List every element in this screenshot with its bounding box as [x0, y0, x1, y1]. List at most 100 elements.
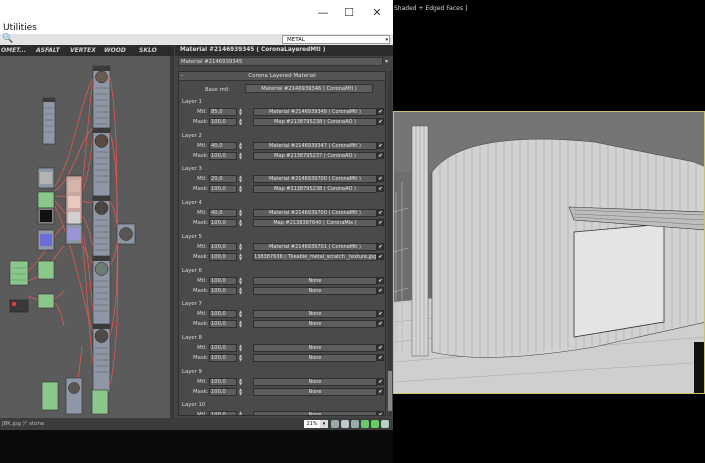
- 3d-viewport[interactable]: Shaded + Edged Faces ]: [393, 0, 705, 463]
- spinner-arrows-icon[interactable]: ▲▼: [239, 388, 244, 396]
- layer-mask-checkbox[interactable]: ✔: [377, 320, 384, 327]
- spinner-arrows-icon[interactable]: ▲▼: [239, 142, 244, 150]
- layer-material-checkbox[interactable]: ✔: [377, 277, 384, 284]
- layer-amount-spinner[interactable]: 85,0: [209, 108, 237, 116]
- viewport-label[interactable]: Shaded + Edged Faces ]: [394, 5, 467, 12]
- spinner-arrows-icon[interactable]: ▲▼: [239, 243, 244, 251]
- map-node-bottom-1[interactable]: [41, 381, 59, 411]
- layer-amount-spinner[interactable]: 100,0: [209, 243, 237, 251]
- material-node-1[interactable]: [92, 65, 111, 135]
- layer-mask-checkbox[interactable]: ✔: [377, 185, 384, 192]
- spinner-arrows-icon[interactable]: ▲▼: [239, 277, 244, 285]
- map-node-bottom-2[interactable]: [65, 377, 83, 415]
- spinner-arrows-icon[interactable]: ▲▼: [239, 354, 244, 362]
- mask-amount-spinner[interactable]: 100,0: [209, 219, 237, 227]
- layer-material-checkbox[interactable]: ✔: [377, 243, 384, 250]
- param-scrollbar-thumb[interactable]: [388, 371, 392, 411]
- material-select[interactable]: METAL ▾: [282, 35, 390, 44]
- mask-amount-spinner[interactable]: 100,0: [209, 320, 237, 328]
- layer-material-checkbox[interactable]: ✔: [377, 108, 384, 115]
- map-node-green-4[interactable]: [37, 293, 55, 309]
- mask-amount-spinner[interactable]: 100,0: [209, 253, 237, 261]
- layer-material-button[interactable]: Material #2146939701 ( CoronaMtl ): [253, 243, 377, 251]
- map-node-blue[interactable]: [37, 229, 55, 251]
- node-graph-scrollbar[interactable]: [170, 56, 174, 418]
- layer-mask-checkbox[interactable]: ✔: [377, 152, 384, 159]
- material-type-dropdown-icon[interactable]: ▾: [385, 58, 388, 65]
- layer-amount-spinner[interactable]: 20,0: [209, 175, 237, 183]
- material-name-field[interactable]: Material #2146939345: [178, 57, 383, 66]
- material-node-4[interactable]: [92, 255, 111, 327]
- layer-material-button[interactable]: None: [253, 411, 377, 415]
- map-node-small[interactable]: [42, 97, 56, 145]
- tab-view-3[interactable]: VERTEX: [70, 45, 96, 56]
- select-icon[interactable]: [361, 420, 369, 428]
- zoom-dropdown-icon[interactable]: ▾: [320, 420, 328, 428]
- layer-mask-button[interactable]: Map #2138795238 ( CoronaAO ): [253, 118, 377, 126]
- minimize-button[interactable]: —: [316, 6, 330, 20]
- layer-mask-checkbox[interactable]: ✔: [377, 354, 384, 361]
- layer-material-checkbox[interactable]: ✔: [377, 209, 384, 216]
- pan-icon[interactable]: [331, 420, 339, 428]
- layer-mask-button[interactable]: None: [253, 354, 377, 362]
- layer-material-checkbox[interactable]: ✔: [377, 344, 384, 351]
- layer-mask-button[interactable]: None: [253, 388, 377, 396]
- material-node-3[interactable]: [92, 195, 111, 267]
- layer-amount-spinner[interactable]: 40,0: [209, 209, 237, 217]
- map-node-green-1[interactable]: [37, 191, 55, 209]
- base-mtl-button[interactable]: Material #2146939346 ( CoronaMtl ): [245, 84, 373, 93]
- layer-material-checkbox[interactable]: ✔: [377, 142, 384, 149]
- spinner-arrows-icon[interactable]: ▲▼: [239, 219, 244, 227]
- map-node-ao[interactable]: [37, 167, 55, 189]
- close-button[interactable]: ✕: [370, 6, 384, 20]
- material-node-2[interactable]: [92, 127, 111, 197]
- hand-icon[interactable]: [381, 420, 389, 428]
- layer-amount-spinner[interactable]: 40,0: [209, 142, 237, 150]
- layer-amount-spinner[interactable]: 100,0: [209, 310, 237, 318]
- layer-mask-checkbox[interactable]: ✔: [377, 219, 384, 226]
- spinner-arrows-icon[interactable]: ▲▼: [239, 253, 244, 261]
- mask-amount-spinner[interactable]: 100,0: [209, 152, 237, 160]
- layer-amount-spinner[interactable]: 100,0: [209, 277, 237, 285]
- spinner-arrows-icon[interactable]: ▲▼: [239, 209, 244, 217]
- spinner-arrows-icon[interactable]: ▲▼: [239, 287, 244, 295]
- layer-material-button[interactable]: Material #2146939348 ( CoronaMtl ): [253, 108, 377, 116]
- layer-mask-button[interactable]: Map #2138795238 ( CoronaAO ): [253, 185, 377, 193]
- map-node-green-2[interactable]: [9, 260, 29, 286]
- mask-amount-spinner[interactable]: 100,0: [209, 185, 237, 193]
- layer-material-checkbox[interactable]: ✔: [377, 411, 384, 415]
- zoom-percent-field[interactable]: 21%: [304, 420, 320, 428]
- tab-view-4[interactable]: WOOD: [104, 45, 126, 56]
- layer-amount-spinner[interactable]: 100,0: [209, 378, 237, 386]
- layout-icon[interactable]: [371, 420, 379, 428]
- maximize-button[interactable]: ☐: [342, 6, 356, 20]
- map-node-bottom-3[interactable]: [91, 389, 109, 415]
- spinner-arrows-icon[interactable]: ▲▼: [239, 185, 244, 193]
- layer-amount-spinner[interactable]: 100,0: [209, 344, 237, 352]
- layer-material-button[interactable]: None: [253, 310, 377, 318]
- layer-mask-checkbox[interactable]: ✔: [377, 118, 384, 125]
- layer-material-button[interactable]: Material #2146939347 ( CoronaMtl ): [253, 142, 377, 150]
- layer-mask-button[interactable]: None: [253, 320, 377, 328]
- layer-mask-checkbox[interactable]: ✔: [377, 388, 384, 395]
- layer-material-button[interactable]: None: [253, 277, 377, 285]
- spinner-arrows-icon[interactable]: ▲▼: [239, 118, 244, 126]
- layer-material-button[interactable]: None: [253, 344, 377, 352]
- rollout-header[interactable]: - Corona Layered Material: [179, 72, 385, 81]
- param-scrollbar[interactable]: [388, 71, 392, 416]
- spinner-arrows-icon[interactable]: ▲▼: [239, 344, 244, 352]
- spinner-arrows-icon[interactable]: ▲▼: [239, 175, 244, 183]
- layer-material-checkbox[interactable]: ✔: [377, 310, 384, 317]
- node-graph-canvas[interactable]: [0, 56, 174, 418]
- layer-material-button[interactable]: None: [253, 378, 377, 386]
- layer-mask-checkbox[interactable]: ✔: [377, 287, 384, 294]
- layer-material-checkbox[interactable]: ✔: [377, 378, 384, 385]
- map-node-purple[interactable]: [65, 223, 83, 245]
- mask-amount-spinner[interactable]: 100,0: [209, 388, 237, 396]
- zoom-extents-icon[interactable]: [351, 420, 359, 428]
- mask-amount-spinner[interactable]: 100,0: [209, 287, 237, 295]
- spinner-arrows-icon[interactable]: ▲▼: [239, 310, 244, 318]
- spinner-arrows-icon[interactable]: ▲▼: [239, 378, 244, 386]
- layer-material-button[interactable]: Material #2146939700 ( CoronaMtl ): [253, 175, 377, 183]
- spinner-arrows-icon[interactable]: ▲▼: [239, 411, 244, 416]
